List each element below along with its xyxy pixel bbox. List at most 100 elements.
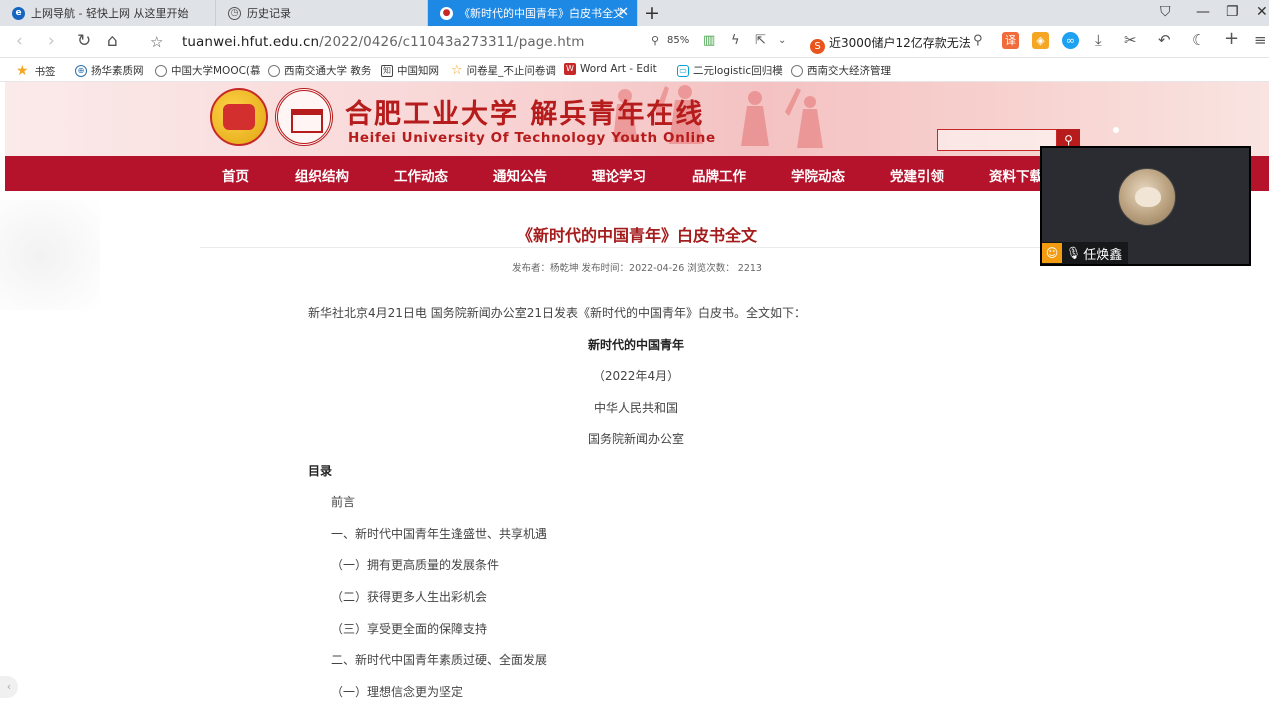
chevron-down-icon[interactable]: ⌄ <box>778 35 786 46</box>
back-button[interactable]: ‹ <box>16 31 23 51</box>
microphone-icon: 🎙︎ <box>1066 246 1082 260</box>
favorite-star-icon[interactable]: ☆ <box>150 33 163 51</box>
bookmark-label: 中国知网 <box>397 65 439 77</box>
news-ticker[interactable]: S 近3000储户12亿存款无法 <box>810 34 971 54</box>
zoom-level[interactable]: 85% <box>667 35 689 46</box>
divider <box>200 247 1074 248</box>
tab-label: 《新时代的中国青年》白皮书全文 <box>459 7 624 20</box>
tab-history[interactable]: ◷ 历史记录 <box>216 0 428 26</box>
toc-item: 前言 <box>331 495 356 509</box>
search-icon: ⚲ <box>1064 133 1073 147</box>
bookmark-label: 中国大学MOOC(慕 <box>171 65 261 77</box>
doc-date: （2022年4月） <box>592 369 680 383</box>
bookmark-label: 西南交通大学 教务 <box>284 65 372 77</box>
bookmark-label: 书签 <box>34 65 56 78</box>
add-icon[interactable]: + <box>1224 28 1239 49</box>
tab-label: 历史记录 <box>247 7 291 20</box>
toc-item: （一）拥有更高质量的发展条件 <box>331 558 500 572</box>
side-decoration <box>0 200 100 310</box>
close-window-button[interactable]: ✕ <box>1256 4 1268 20</box>
restore-button[interactable]: ❐ <box>1226 4 1239 20</box>
search-engine-icon: S <box>810 39 825 54</box>
tab-article[interactable]: ● 《新时代的中国青年》白皮书全文 ✕ <box>428 0 638 26</box>
browser-tab-bar: e 上网导航 - 轻快上网 从这里开始 ◷ 历史记录 ● 《新时代的中国青年》白… <box>0 0 1269 26</box>
site-title-cn: 合肥工业大学 解兵青年在线 <box>345 99 705 130</box>
news-text: 近3000储户12亿存款无法 <box>829 36 971 50</box>
article-title: 《新时代的中国青年》白皮书全文 <box>516 226 757 245</box>
lightning-icon[interactable]: ϟ <box>731 33 740 48</box>
nav-college[interactable]: 学院动态 <box>791 165 845 185</box>
bookmark-label: 问卷星_不止问卷调 <box>466 65 556 77</box>
home-button[interactable]: ⌂ <box>107 31 118 51</box>
decorative-dot <box>1113 127 1119 133</box>
wordart-icon: W <box>564 63 576 75</box>
shirt-skin-icon[interactable]: ⛉ <box>1160 4 1171 20</box>
nav-brand[interactable]: 品牌工作 <box>692 165 746 185</box>
toc-heading: 目录 <box>308 464 333 478</box>
undo-icon[interactable]: ↶ <box>1158 31 1171 49</box>
reader-icon[interactable]: ▥ <box>703 33 715 48</box>
nav-organization[interactable]: 组织结构 <box>295 165 349 185</box>
toc-item: （三）享受更全面的保障支持 <box>331 622 488 636</box>
tab-navigation[interactable]: e 上网导航 - 轻快上网 从这里开始 <box>0 0 216 26</box>
new-tab-button[interactable]: + <box>644 2 660 24</box>
bookmark-item[interactable]: 中国大学MOOC(慕 <box>155 63 261 78</box>
avatar <box>1118 168 1176 226</box>
nav-party[interactable]: 党建引领 <box>890 165 944 185</box>
nav-home[interactable]: 首页 <box>222 165 249 185</box>
tab-label: 上网导航 - 轻快上网 从这里开始 <box>31 7 189 20</box>
game-icon[interactable]: ◈ <box>1032 32 1049 49</box>
bookmark-item[interactable]: ☆ 问卷星_不止问卷调 <box>451 63 556 78</box>
bookmark-item[interactable]: ★ 书签 <box>16 63 56 79</box>
toc-item: （一）理想信念更为坚定 <box>331 685 464 699</box>
university-seal-logo <box>275 88 333 146</box>
site-title-en: Heifei University Of Technology Youth On… <box>348 130 716 146</box>
bookmarks-bar: ★ 书签 ⊕ 扬华素质网 中国大学MOOC(慕 西南交通大学 教务 知中国知网 ☆ 问… <box>0 58 1269 82</box>
site-favicon: ● <box>440 6 453 20</box>
bookmark-item[interactable]: 西南交大经济管理 <box>791 63 891 78</box>
bookmark-item[interactable]: 知中国知网 <box>381 63 439 78</box>
bilibili-icon: ▭ <box>677 64 689 77</box>
participant-name-bar: ☺ 🎙︎ 任焕鑫 <box>1042 242 1129 264</box>
refresh-button[interactable]: ↻ <box>77 31 91 51</box>
wjx-icon: ☆ <box>451 63 463 78</box>
translate-icon[interactable]: 译 <box>1002 32 1019 49</box>
doc-issuer: 中华人民共和国 <box>593 401 678 415</box>
globe-icon <box>791 64 803 77</box>
cnki-icon: 知 <box>381 64 393 77</box>
video-call-overlay[interactable]: ☺ 🎙︎ 任焕鑫 <box>1040 146 1251 266</box>
bookmark-label: 西南交大经济管理 <box>807 65 891 77</box>
share-icon[interactable]: ⇱ <box>755 33 766 48</box>
globe-icon: ⊕ <box>75 64 87 77</box>
search-icon[interactable]: ⚲ <box>973 33 983 48</box>
menu-icon[interactable]: ≡ <box>1254 31 1267 49</box>
bookmark-label: Word Art - Edit <box>580 63 657 75</box>
bookmark-item[interactable]: ⊕ 扬华素质网 <box>75 63 144 78</box>
toc-item: 二、新时代中国青年素质过硬、全面发展 <box>331 653 548 667</box>
user-icon: ☺ <box>1042 243 1062 263</box>
forward-button[interactable]: › <box>48 31 55 51</box>
site-search-input[interactable] <box>937 129 1057 151</box>
league-emblem-logo <box>210 88 268 146</box>
nav-work-news[interactable]: 工作动态 <box>394 165 448 185</box>
nav-downloads[interactable]: 资料下载 <box>989 165 1043 185</box>
zoom-icon: ⚲ <box>651 34 660 47</box>
article-intro: 新华社北京4月21日电 国务院新闻办公室21日发表《新时代的中国青年》白皮书。全… <box>308 306 806 320</box>
nav-theory[interactable]: 理论学习 <box>592 165 646 185</box>
globe-icon <box>155 64 167 77</box>
extension-icon[interactable]: ∞ <box>1062 32 1079 49</box>
bookmark-label: 扬华素质网 <box>91 65 144 77</box>
bookmark-item[interactable]: 西南交通大学 教务 <box>268 63 371 78</box>
url-host: tuanwei.hfut.edu.cn <box>182 34 320 50</box>
download-icon[interactable]: ⤓ <box>1095 31 1102 49</box>
bookmark-item[interactable]: ▭ 二元logistic回归模 <box>677 63 783 78</box>
minimize-button[interactable]: — <box>1196 4 1210 20</box>
side-scroll-button[interactable]: ‹ <box>0 676 18 698</box>
nav-notices[interactable]: 通知公告 <box>493 165 547 185</box>
night-mode-icon[interactable]: ☾ <box>1192 31 1205 49</box>
close-icon[interactable]: ✕ <box>618 5 629 20</box>
bookmark-item[interactable]: W Word Art - Edit <box>564 63 657 75</box>
scissors-icon[interactable]: ✂ <box>1124 31 1137 49</box>
url-field[interactable]: tuanwei.hfut.edu.cn/2022/0426/c11043a273… <box>182 34 585 50</box>
toc-item: （二）获得更多人生出彩机会 <box>331 590 488 604</box>
